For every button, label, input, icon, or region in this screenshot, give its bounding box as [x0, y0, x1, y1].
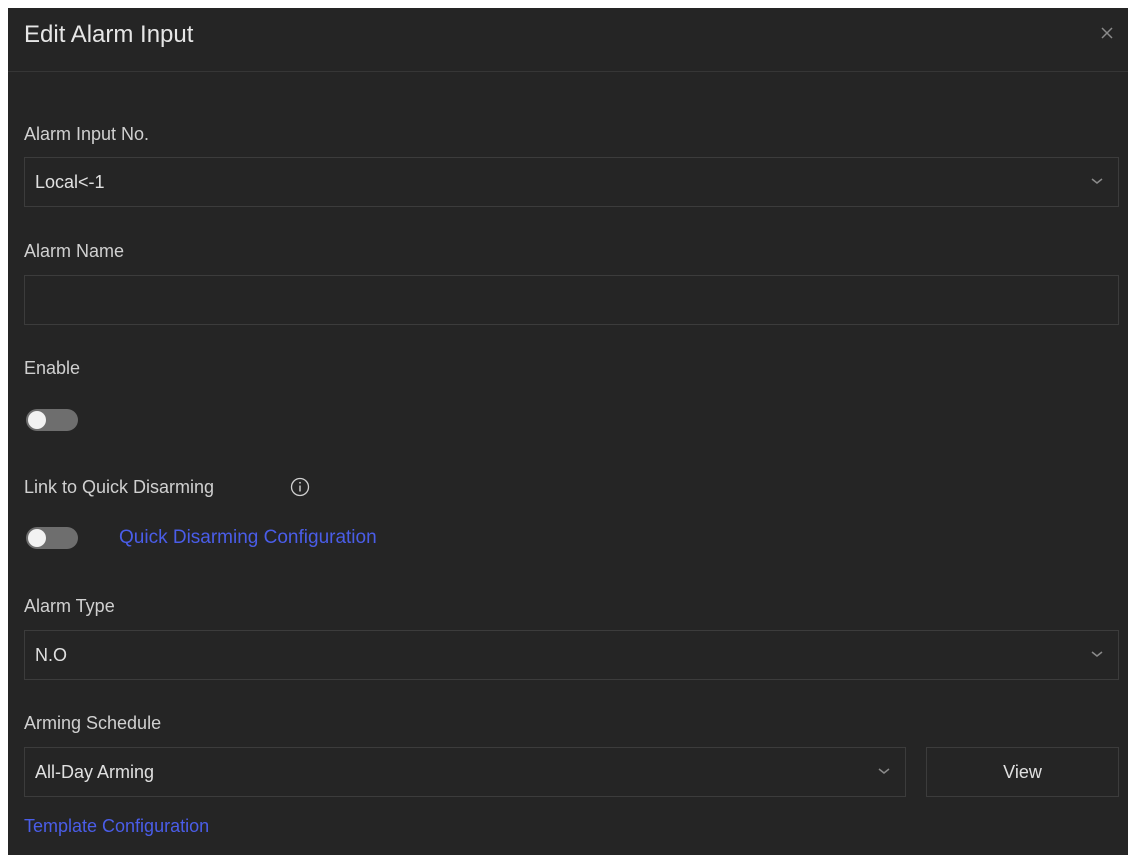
edit-alarm-input-dialog: Edit Alarm Input Alarm Input No. Local<-… [8, 8, 1128, 855]
arming-schedule-select[interactable]: All-Day Arming [24, 747, 906, 797]
quick-disarming-toggle[interactable] [26, 527, 78, 549]
alarm-type-value: N.O [35, 645, 68, 665]
alarm-input-no-label: Alarm Input No. [24, 124, 150, 144]
alarm-name-label: Alarm Name [24, 241, 125, 261]
chevron-down-icon [1091, 178, 1103, 184]
dialog-title: Edit Alarm Input [24, 21, 194, 48]
alarm-input-no-value: Local<-1 [35, 172, 105, 192]
arming-schedule-label: Arming Schedule [24, 713, 162, 733]
dialog-header: Edit Alarm Input [8, 8, 1128, 72]
chevron-down-icon [1091, 651, 1103, 657]
enable-toggle[interactable] [26, 409, 78, 431]
arming-schedule-value: All-Day Arming [35, 762, 155, 782]
template-configuration-link[interactable]: Template Configuration [24, 816, 209, 837]
quick-disarming-label: Link to Quick Disarming [24, 477, 215, 497]
chevron-down-icon [878, 768, 890, 774]
alarm-type-label: Alarm Type [24, 596, 115, 616]
alarm-name-input[interactable] [24, 275, 1119, 325]
close-icon[interactable] [1098, 24, 1116, 42]
enable-label: Enable [24, 358, 81, 378]
quick-disarming-configuration-link[interactable]: Quick Disarming Configuration [119, 527, 377, 549]
toggle-knob [28, 529, 46, 547]
info-icon[interactable] [290, 477, 310, 497]
alarm-input-no-select[interactable]: Local<-1 [24, 157, 1119, 207]
alarm-type-select[interactable]: N.O [24, 630, 1119, 680]
view-button[interactable]: View [926, 747, 1119, 797]
toggle-knob [28, 411, 46, 429]
